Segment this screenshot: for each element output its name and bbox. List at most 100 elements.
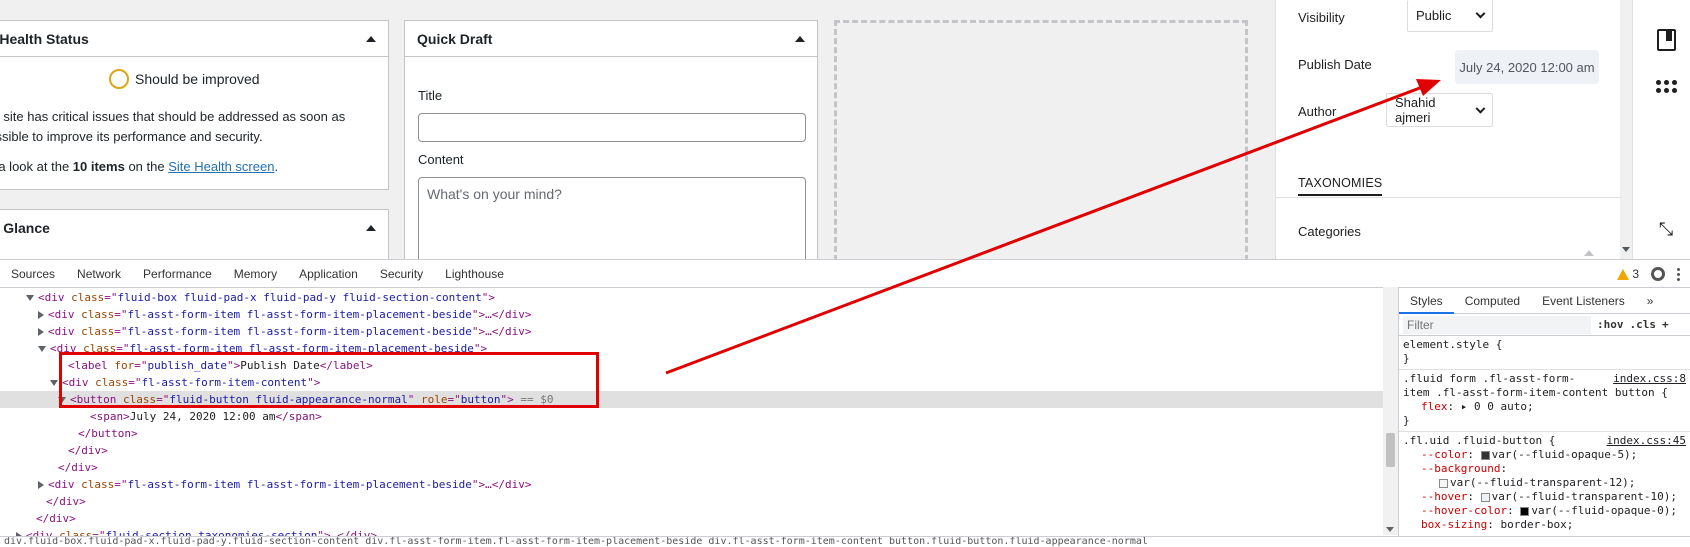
author-value: Shahid ajmeri <box>1395 95 1436 125</box>
class-toggle-button[interactable]: .cls <box>1630 318 1657 331</box>
styles-pane: Styles Computed Event Listeners » :hov .… <box>1398 288 1690 536</box>
tab-performance[interactable]: Performance <box>132 267 223 281</box>
styles-filter-bar: :hov .cls + <box>1399 314 1690 336</box>
tab-computed[interactable]: Computed <box>1454 294 1531 308</box>
expanded-triangle-icon[interactable] <box>38 346 46 352</box>
rule-selector: .fluid form .fl-asst-form- <box>1403 372 1576 385</box>
scroll-down-icon[interactable] <box>1386 527 1394 532</box>
tab-security[interactable]: Security <box>369 267 434 281</box>
css-declaration[interactable]: --background: <box>1403 462 1686 476</box>
css-value: border-box; <box>1500 518 1574 531</box>
more-options-icon[interactable] <box>1677 267 1680 281</box>
health-status: Should be improved <box>109 69 260 89</box>
site-health-widget: te Health Status Should be improved our … <box>0 20 389 190</box>
css-property: flex <box>1421 400 1448 413</box>
css-declaration[interactable]: --color: var(--fluid-opaque-5); <box>1403 448 1686 462</box>
expanded-triangle-icon[interactable] <box>50 380 58 386</box>
draft-content-textarea[interactable]: What's on your mind? <box>418 177 806 259</box>
site-health-title: te Health Status <box>0 30 89 47</box>
tab-styles[interactable]: Styles <box>1399 288 1454 314</box>
scroll-down-icon[interactable] <box>1622 247 1630 252</box>
tab-application[interactable]: Application <box>288 267 369 281</box>
css-property: --background <box>1421 462 1501 475</box>
dom-node-row[interactable]: </button> <box>0 425 1383 442</box>
author-label: Author <box>1298 104 1337 119</box>
warnings-badge[interactable]: 3 <box>1617 267 1639 281</box>
dom-node-row[interactable]: </div> <box>0 459 1383 476</box>
chevron-down-icon <box>1475 8 1486 19</box>
tab-sources[interactable]: Sources <box>0 267 66 281</box>
collapsed-triangle-icon[interactable] <box>38 311 44 319</box>
elements-scroll-thumb[interactable] <box>1386 433 1395 467</box>
css-declaration[interactable]: --hover-color: var(--fluid-opaque-0); <box>1403 504 1686 518</box>
health-items-mid: on the <box>124 159 169 174</box>
tab-event-listeners[interactable]: Event Listeners <box>1531 294 1636 308</box>
draft-content-label: Content <box>418 152 464 167</box>
rule-source-link[interactable]: index.css:45 <box>1606 434 1686 448</box>
rule-source-link[interactable]: index.css:8 <box>1613 372 1686 386</box>
dom-node-row[interactable]: </div> <box>0 493 1383 510</box>
dom-node-row[interactable]: <div class="fl-asst-form-item fl-asst-fo… <box>0 323 1383 340</box>
at-a-glance-widget: t a Glance <box>0 209 389 259</box>
elements-scrollbar[interactable] <box>1383 287 1398 535</box>
publish-date-button[interactable]: July 24, 2020 12:00 am <box>1455 50 1599 84</box>
scroll-up-icon[interactable] <box>1584 250 1594 256</box>
draft-title-input[interactable] <box>418 113 806 142</box>
at-a-glance-header[interactable]: t a Glance <box>0 210 388 246</box>
collapse-icon[interactable]: ⤡ <box>1656 219 1676 239</box>
site-health-link[interactable]: Site Health screen <box>168 159 274 174</box>
dom-node-row[interactable]: <span>July 24, 2020 12:00 am</span> <box>0 408 1383 425</box>
expanded-triangle-icon[interactable] <box>26 295 34 301</box>
collapse-caret-icon[interactable] <box>795 35 805 42</box>
visibility-select[interactable]: Public <box>1407 0 1493 32</box>
dom-node-row[interactable]: <div class="fluid-section taxonomies-sec… <box>0 527 1383 536</box>
css-value: ▸ 0 0 auto; <box>1460 400 1534 413</box>
dashboard-area: te Health Status Should be improved our … <box>0 0 1690 259</box>
css-property: --hover <box>1421 490 1468 503</box>
dom-node-row[interactable]: </div> <box>0 442 1383 459</box>
css-declaration[interactable]: --hover: var(--fluid-transparent-10); <box>1403 490 1686 504</box>
color-swatch[interactable] <box>1480 450 1490 460</box>
dom-node-row[interactable]: <div class="fl-asst-form-item fl-asst-fo… <box>0 476 1383 493</box>
quick-draft-title: Quick Draft <box>417 30 493 47</box>
styles-filter-input[interactable] <box>1403 315 1591 334</box>
dom-breadcrumbs[interactable]: div.fluid-box.fluid-pad-x.fluid-pad-y.fl… <box>0 536 1690 547</box>
dom-node-row[interactable]: <div class="fluid-box fluid-pad-x fluid-… <box>0 289 1383 306</box>
site-health-header[interactable]: te Health Status <box>0 21 388 57</box>
color-swatch[interactable] <box>1480 492 1490 502</box>
css-declaration[interactable]: flex: ▸ 0 0 auto; <box>1403 400 1686 414</box>
css-property: --hover-color <box>1421 504 1508 517</box>
collapse-caret-icon[interactable] <box>366 35 376 42</box>
tab-taxonomies[interactable]: TAXONOMIES <box>1298 176 1383 196</box>
tab-memory[interactable]: Memory <box>223 267 288 281</box>
new-rule-button[interactable]: + <box>1662 318 1669 331</box>
sidebar-scrollbar[interactable] <box>1621 0 1631 259</box>
more-tabs-icon[interactable]: » <box>1636 294 1665 308</box>
color-swatch[interactable] <box>1520 506 1530 516</box>
css-rule-element-style: element.style { } <box>1399 336 1690 370</box>
quick-draft-widget: Quick Draft Title Content What's on your… <box>404 20 818 259</box>
dom-node-row[interactable]: </div> <box>0 510 1383 527</box>
assistant-sidebar: Visibility Public Publish Date Author Sh… <box>1275 0 1621 259</box>
devtools-toolbar-right: 3 <box>1617 260 1690 288</box>
css-declaration[interactable]: box-sizing: border-box; <box>1403 518 1686 532</box>
tab-network[interactable]: Network <box>66 267 132 281</box>
collapse-caret-icon[interactable] <box>366 225 376 231</box>
publish-date-label: Publish Date <box>1298 57 1372 72</box>
hover-state-button[interactable]: :hov <box>1597 318 1624 331</box>
bookmark-icon[interactable] <box>1657 29 1676 51</box>
css-rule-fluid-button: index.css:45 .fl.uid .fluid-button { --c… <box>1399 432 1690 535</box>
gear-icon[interactable] <box>1651 267 1665 281</box>
chevron-down-icon <box>1475 103 1486 113</box>
css-value: var(--fluid-opaque-0); <box>1531 504 1678 517</box>
tab-lighthouse[interactable]: Lighthouse <box>434 267 515 281</box>
color-swatch[interactable] <box>1439 478 1448 488</box>
rule-selector: .fl.uid .fluid-button { <box>1403 434 1556 447</box>
collapsed-triangle-icon[interactable] <box>38 481 44 489</box>
health-items-count: 10 items <box>72 159 125 174</box>
quick-draft-header[interactable]: Quick Draft <box>405 21 817 57</box>
author-select[interactable]: Shahid ajmeri <box>1386 93 1493 127</box>
apps-grid-icon[interactable] <box>1656 80 1678 96</box>
collapsed-triangle-icon[interactable] <box>38 328 44 336</box>
dom-node-row[interactable]: <div class="fl-asst-form-item fl-asst-fo… <box>0 306 1383 323</box>
